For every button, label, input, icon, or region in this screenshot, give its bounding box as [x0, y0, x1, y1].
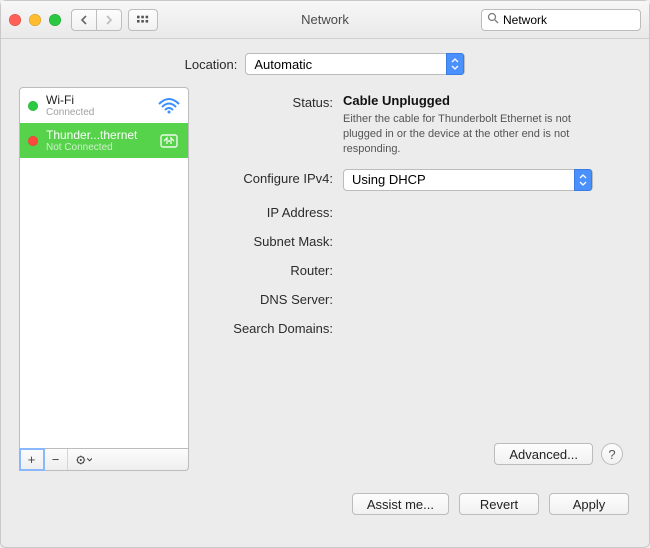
- location-row: Location: Automatic: [1, 39, 649, 87]
- window-controls: [9, 14, 61, 26]
- configure-ipv4-value: Using DHCP: [352, 172, 574, 187]
- service-item-thunderbolt-ethernet[interactable]: Thunder...thernet Not Connected: [20, 123, 188, 158]
- status-dot-disconnected-icon: [28, 136, 38, 146]
- nav-group: [71, 9, 122, 31]
- dns-server-label: DNS Server:: [203, 290, 343, 307]
- configure-ipv4-select[interactable]: Using DHCP: [343, 169, 593, 191]
- show-all-button[interactable]: [128, 9, 158, 31]
- router-row: Router:: [203, 261, 627, 278]
- revert-button[interactable]: Revert: [459, 493, 539, 515]
- location-value: Automatic: [254, 57, 446, 72]
- titlebar: Network ✕: [1, 1, 649, 39]
- select-arrows-icon: [446, 53, 464, 75]
- configure-ipv4-label: Configure IPv4:: [203, 169, 343, 186]
- search-domains-label: Search Domains:: [203, 319, 343, 336]
- help-button[interactable]: ?: [601, 443, 623, 465]
- service-name: Thunder...thernet: [46, 128, 150, 142]
- add-service-button[interactable]: +: [20, 449, 44, 470]
- back-button[interactable]: [71, 9, 97, 31]
- status-row: Status: Cable Unplugged Either the cable…: [203, 93, 627, 157]
- dns-row: DNS Server:: [203, 290, 627, 307]
- search-field[interactable]: ✕: [481, 9, 641, 31]
- forward-button[interactable]: [97, 9, 122, 31]
- search-icon: [487, 12, 499, 27]
- wifi-icon: [158, 97, 180, 115]
- service-list[interactable]: Wi-Fi Connected Thunder...thernet Not Co…: [19, 87, 189, 449]
- assist-me-button[interactable]: Assist me...: [352, 493, 449, 515]
- status-label: Status:: [203, 93, 343, 110]
- sidebar: Wi-Fi Connected Thunder...thernet Not Co…: [19, 87, 189, 471]
- location-label: Location:: [185, 57, 238, 72]
- search-domains-row: Search Domains:: [203, 319, 627, 336]
- advanced-row: Advanced... ?: [203, 443, 627, 465]
- service-name: Wi-Fi: [46, 93, 150, 107]
- apply-button[interactable]: Apply: [549, 493, 629, 515]
- status-dot-connected-icon: [28, 101, 38, 111]
- service-item-wifi[interactable]: Wi-Fi Connected: [20, 88, 188, 123]
- advanced-button[interactable]: Advanced...: [494, 443, 593, 465]
- subnet-mask-label: Subnet Mask:: [203, 232, 343, 249]
- configure-row: Configure IPv4: Using DHCP: [203, 169, 627, 191]
- select-arrows-icon: [574, 169, 592, 191]
- subnet-row: Subnet Mask:: [203, 232, 627, 249]
- location-select[interactable]: Automatic: [245, 53, 465, 75]
- ip-address-label: IP Address:: [203, 203, 343, 220]
- ip-address-row: IP Address:: [203, 203, 627, 220]
- service-actions-button[interactable]: [68, 449, 100, 470]
- main-area: Wi-Fi Connected Thunder...thernet Not Co…: [1, 87, 649, 483]
- remove-service-button[interactable]: −: [44, 449, 68, 470]
- footer: Assist me... Revert Apply: [1, 483, 649, 531]
- service-status: Not Connected: [46, 142, 150, 153]
- minimize-window-button[interactable]: [29, 14, 41, 26]
- close-window-button[interactable]: [9, 14, 21, 26]
- sidebar-tools: + −: [19, 449, 189, 471]
- status-description: Either the cable for Thunderbolt Etherne…: [343, 112, 603, 157]
- router-label: Router:: [203, 261, 343, 278]
- service-status: Connected: [46, 107, 150, 118]
- status-value: Cable Unplugged: [343, 93, 627, 108]
- zoom-window-button[interactable]: [49, 14, 61, 26]
- search-input[interactable]: [503, 13, 650, 27]
- detail-panel: Status: Cable Unplugged Either the cable…: [203, 87, 631, 471]
- ethernet-icon: [158, 132, 180, 150]
